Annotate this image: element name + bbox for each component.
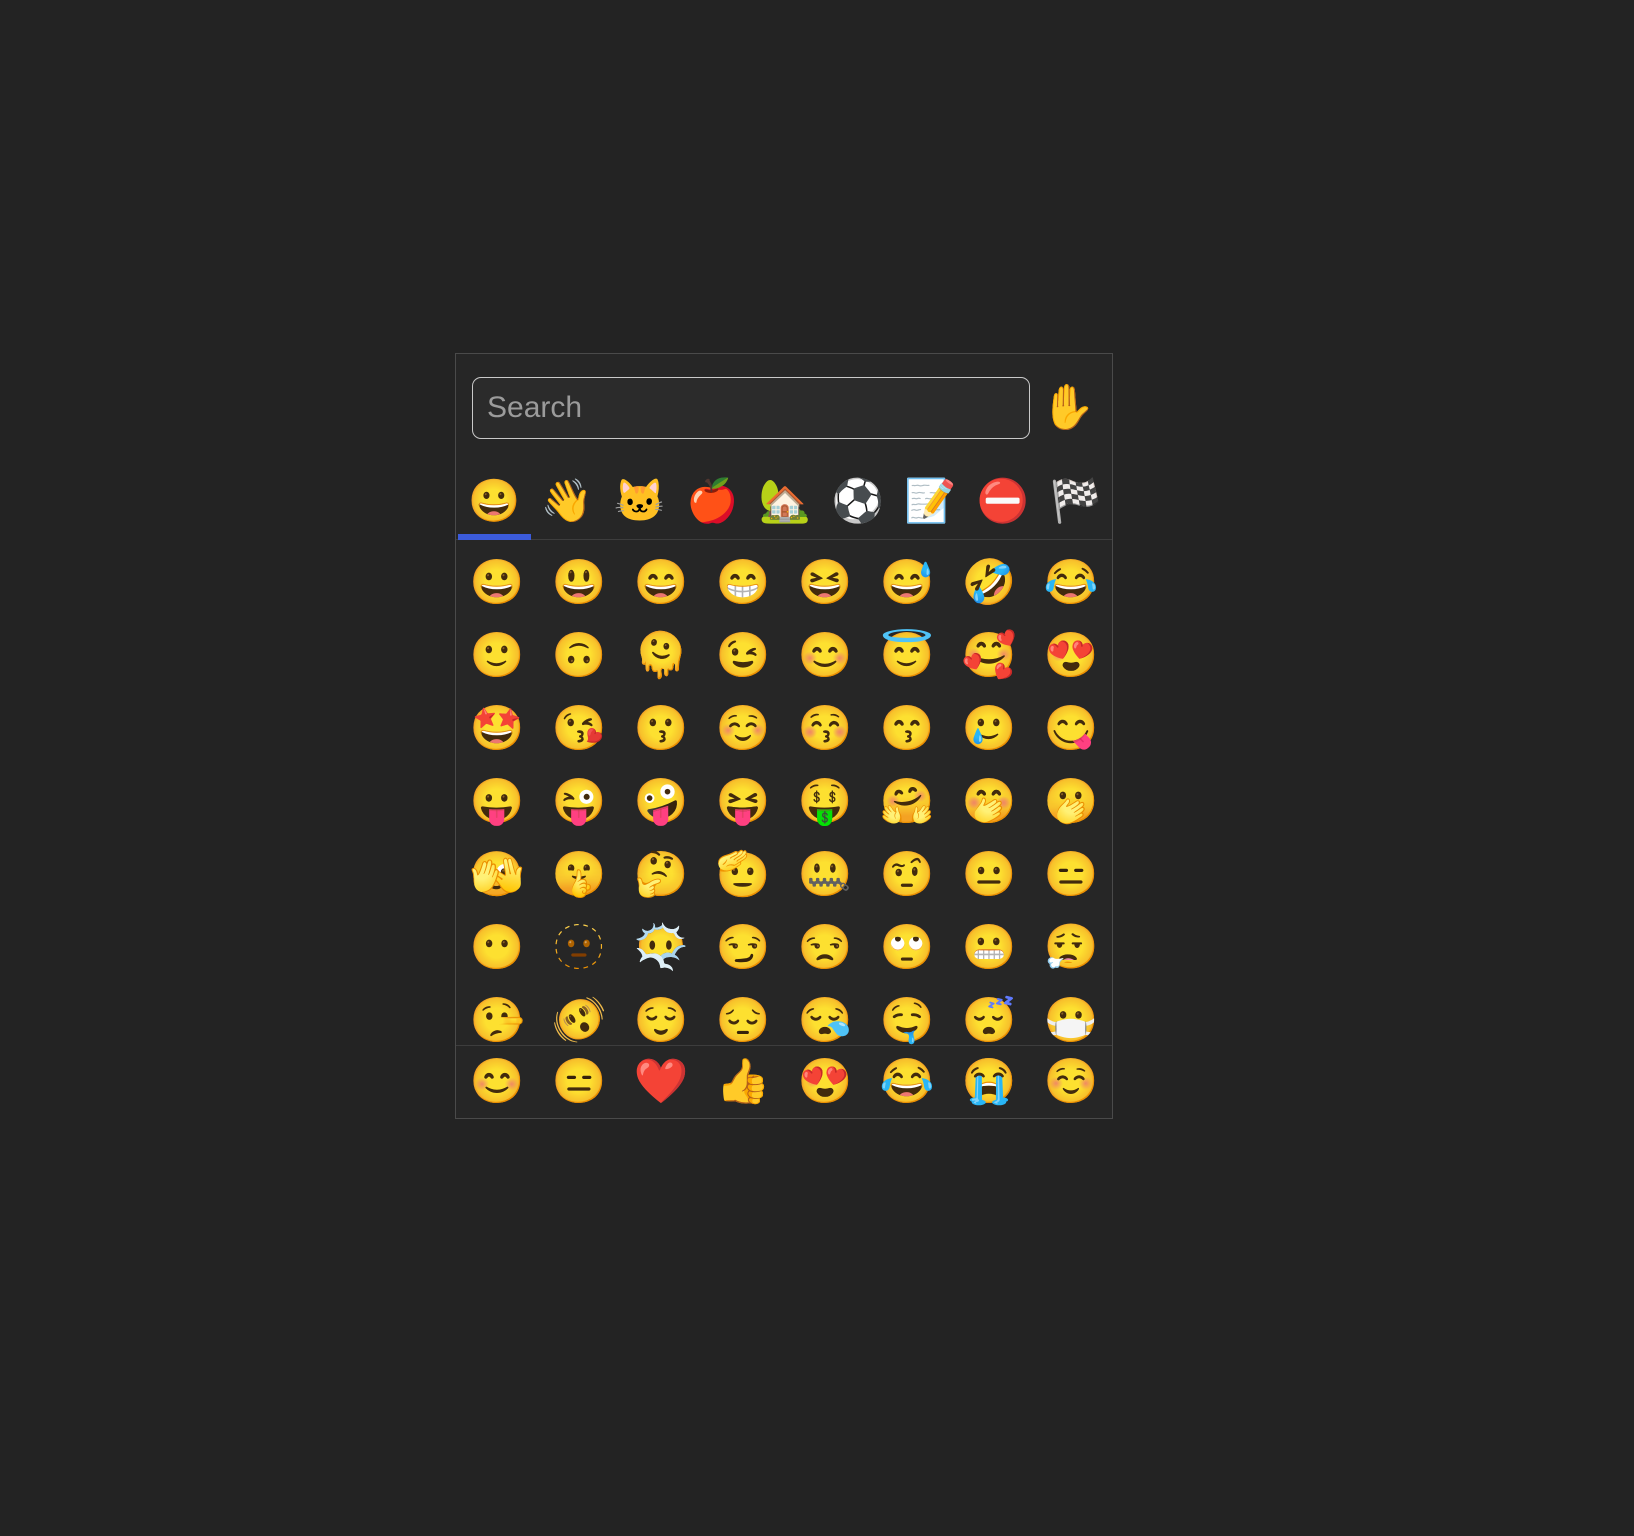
emoji-cell[interactable]: 😉 <box>702 619 784 692</box>
emoji-cell[interactable]: 😒 <box>784 911 866 984</box>
emoji-cell[interactable]: 😶 <box>456 911 538 984</box>
frequently-used-emoji[interactable]: ☺️ <box>1030 1060 1112 1104</box>
emoji-cell[interactable]: 🤪 <box>620 765 702 838</box>
search-input[interactable] <box>472 377 1030 439</box>
raised-hand-icon[interactable]: ✋ <box>1040 377 1096 439</box>
emoji-cell[interactable]: 😀 <box>456 546 538 619</box>
tab-animals-and-nature[interactable]: 🐱 <box>603 462 676 540</box>
emoji-cell[interactable]: 😘 <box>538 692 620 765</box>
emoji-cell[interactable]: 😑 <box>1030 838 1112 911</box>
emoji-cell[interactable]: 🤑 <box>784 765 866 838</box>
emoji-cell[interactable]: 🤗 <box>866 765 948 838</box>
frequently-used-emoji[interactable]: 😍 <box>784 1060 866 1104</box>
emoji-cell[interactable]: 🫠 <box>620 619 702 692</box>
emoji-cell[interactable]: 🫢 <box>1030 765 1112 838</box>
emoji-cell[interactable]: 🤤 <box>866 984 948 1045</box>
emoji-cell[interactable]: 😋 <box>1030 692 1112 765</box>
emoji-cell[interactable]: 🤨 <box>866 838 948 911</box>
emoji-cell[interactable]: 🫥 <box>538 911 620 984</box>
emoji-cell[interactable]: 🤐 <box>784 838 866 911</box>
emoji-cell[interactable]: 😚 <box>784 692 866 765</box>
emoji-grid: 😀 😃 😄 😁 😆 😅 🤣 😂 🙂 🙃 🫠 😉 😊 😇 🥰 😍 🤩 😘 😗 ☺️ 😚 😙 🥲 😋 😛 😜 🤪 😝 🤑 🤗 🤭 🫢 🫣 🤫 🤔 🫡 🤐 🤨 😐… <box>456 540 1112 1045</box>
frequently-used-emoji[interactable]: 😂 <box>866 1060 948 1104</box>
frequently-used-emoji[interactable]: 😊 <box>456 1060 538 1104</box>
emoji-cell[interactable]: 🙂 <box>456 619 538 692</box>
emoji-picker-panel: ✋ 😀 👋 🐱 🍎 🏡 ⚽ 📝 ⛔ 🏁 😀😃😄😁😆😅🤣😂🙂🙃🫠😉😊😇🥰😍🤩😘😗☺… <box>455 353 1113 1119</box>
search-row: ✋ <box>456 354 1112 462</box>
emoji-cell[interactable]: 😛 <box>456 765 538 838</box>
emoji-cell[interactable]: 😆 <box>784 546 866 619</box>
category-tab-bar: 😀 👋 🐱 🍎 🏡 ⚽ 📝 ⛔ 🏁 <box>456 462 1112 540</box>
tab-smileys-and-emotion[interactable]: 😀 <box>458 462 531 540</box>
emoji-cell[interactable]: 🤥 <box>456 984 538 1045</box>
frequently-used-emoji[interactable]: ❤️ <box>620 1060 702 1104</box>
emoji-cell[interactable]: 😌 <box>620 984 702 1045</box>
emoji-cell[interactable]: 😏 <box>702 911 784 984</box>
emoji-cell[interactable]: 🫡 <box>702 838 784 911</box>
emoji-cell[interactable]: 🙃 <box>538 619 620 692</box>
emoji-cell[interactable]: 😐 <box>948 838 1030 911</box>
emoji-grid-scroll-area[interactable]: 😀 😃 😄 😁 😆 😅 🤣 😂 🙂 🙃 🫠 😉 😊 😇 🥰 😍 🤩 😘 😗 ☺️ 😚 😙 🥲 😋 😛 😜 🤪 😝 🤑 🤗 🤭 🫢 🫣 🤫 🤔 🫡 🤐 🤨 😐… <box>456 540 1112 1045</box>
emoji-cell[interactable]: 🙄 <box>866 911 948 984</box>
emoji-cell[interactable]: 😂 <box>1030 546 1112 619</box>
emoji-cell[interactable]: 😄 <box>620 546 702 619</box>
emoji-cell[interactable]: 😜 <box>538 765 620 838</box>
emoji-cell[interactable]: 😁 <box>702 546 784 619</box>
emoji-cell[interactable]: 😇 <box>866 619 948 692</box>
emoji-cell[interactable]: 😗 <box>620 692 702 765</box>
tab-travel-and-places[interactable]: 🏡 <box>749 462 822 540</box>
emoji-cell[interactable]: 🤭 <box>948 765 1030 838</box>
emoji-cell[interactable]: 😊 <box>784 619 866 692</box>
emoji-cell[interactable]: 😶‍🌫️ <box>620 911 702 984</box>
emoji-cell[interactable]: 🤔 <box>620 838 702 911</box>
emoji-cell[interactable]: 🤩 <box>456 692 538 765</box>
tab-objects[interactable]: 📝 <box>894 462 967 540</box>
tab-food-and-drink[interactable]: 🍎 <box>676 462 749 540</box>
screen: ✋ 😀 👋 🐱 🍎 🏡 ⚽ 📝 ⛔ 🏁 😀😃😄😁😆😅🤣😂🙂🙃🫠😉😊😇🥰😍🤩😘😗☺… <box>0 0 1634 1536</box>
emoji-cell[interactable]: 😪 <box>784 984 866 1045</box>
emoji-cell[interactable]: 🫨 <box>538 984 620 1045</box>
emoji-cell[interactable]: 🤫 <box>538 838 620 911</box>
emoji-cell[interactable]: 😅 <box>866 546 948 619</box>
tab-flags[interactable]: 🏁 <box>1039 462 1112 540</box>
frequently-used-row: 😊 😑 ❤️ 👍 😍 😂 😭 ☺️ <box>456 1045 1112 1118</box>
emoji-cell[interactable]: 😔 <box>702 984 784 1045</box>
emoji-cell[interactable]: 🥲 <box>948 692 1030 765</box>
emoji-cell[interactable]: 🥰 <box>948 619 1030 692</box>
emoji-cell[interactable]: 🤣 <box>948 546 1030 619</box>
emoji-cell[interactable]: 😃 <box>538 546 620 619</box>
emoji-cell[interactable]: 🫣 <box>456 838 538 911</box>
emoji-cell[interactable]: 😷 <box>1030 984 1112 1045</box>
emoji-cell[interactable]: 😍 <box>1030 619 1112 692</box>
tab-symbols[interactable]: ⛔ <box>967 462 1040 540</box>
frequently-used-emoji[interactable]: 👍 <box>702 1060 784 1104</box>
tab-people-and-body[interactable]: 👋 <box>531 462 604 540</box>
emoji-cell[interactable]: 😴 <box>948 984 1030 1045</box>
frequently-used-emoji[interactable]: 😭 <box>948 1060 1030 1104</box>
emoji-cell[interactable]: 😝 <box>702 765 784 838</box>
emoji-cell[interactable]: 😬 <box>948 911 1030 984</box>
emoji-cell[interactable]: ☺️ <box>702 692 784 765</box>
tab-activities[interactable]: ⚽ <box>821 462 894 540</box>
frequently-used-emoji[interactable]: 😑 <box>538 1060 620 1104</box>
emoji-cell[interactable]: 😮‍💨 <box>1030 911 1112 984</box>
emoji-cell[interactable]: 😙 <box>866 692 948 765</box>
